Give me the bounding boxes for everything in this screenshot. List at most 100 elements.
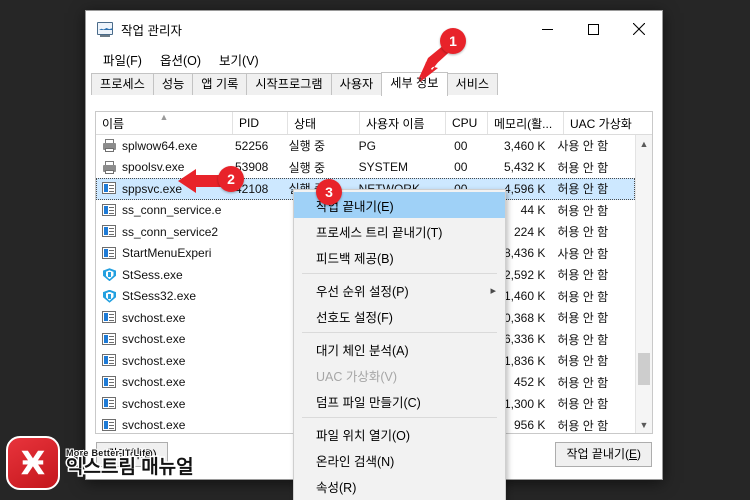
- service-icon: [102, 224, 117, 239]
- process-name: svchost.exe: [122, 375, 186, 390]
- context-menu-item[interactable]: 파일 위치 열기(O): [294, 421, 505, 447]
- table-row[interactable]: splwow64.exe 52256 실행 중 PG 00 3,460 K 사용 안 함: [96, 135, 635, 157]
- column-header-username[interactable]: 사용자 이름: [360, 112, 446, 134]
- end-task-button[interactable]: 작업 끝내기(E): [555, 442, 652, 467]
- cell-name: ss_conn_service.e: [96, 203, 229, 218]
- scrollbar-thumb[interactable]: [638, 353, 650, 385]
- service-icon: [102, 310, 117, 325]
- column-header-name[interactable]: 이름 ▲: [96, 112, 233, 134]
- menu-separator: [302, 273, 497, 274]
- tab-processes[interactable]: 프로세스: [91, 73, 154, 96]
- table-row[interactable]: spoolsv.exe 53908 실행 중 SYSTEM 00 5,432 K 허용 안 …: [96, 157, 635, 179]
- menu-bar: 파일(F) 옵션(O) 보기(V): [86, 47, 662, 71]
- context-menu-item[interactable]: 우선 순위 설정(P) ▸: [294, 277, 505, 303]
- context-menu-item-label: 온라인 검색(N): [316, 454, 395, 469]
- cell-name: svchost.exe: [96, 418, 229, 433]
- process-name: splwow64.exe: [122, 138, 198, 153]
- tab-strip: 프로세스 성능 앱 기록 시작프로그램 사용자 세부 정보 서비스: [86, 71, 662, 96]
- process-name: svchost.exe: [122, 396, 186, 411]
- column-header-row: 이름 ▲ PID 상태 사용자 이름 CPU 메모리(활... UAC 가상화: [96, 112, 652, 135]
- context-menu-item-label: UAC 가상화(V): [316, 369, 398, 384]
- end-task-button-key: E: [628, 447, 637, 461]
- cell-uac: 허용 안 함: [557, 182, 609, 197]
- context-menu-item[interactable]: 온라인 검색(N): [294, 447, 505, 473]
- scroll-up-icon[interactable]: ▲: [636, 135, 652, 152]
- cell-pid: 52256: [234, 138, 269, 153]
- column-header-name-label: 이름: [102, 116, 125, 131]
- context-menu-item[interactable]: 프로세스 트리 끝내기(T): [294, 218, 505, 244]
- cell-uac: 허용 안 함: [557, 311, 609, 326]
- context-menu-item[interactable]: 피드백 제공(B): [294, 244, 505, 270]
- sort-ascending-icon: ▲: [159, 112, 169, 122]
- cell-status: 실행 중: [288, 160, 326, 175]
- cell-name: svchost.exe: [96, 332, 229, 347]
- menu-view[interactable]: 보기(V): [210, 48, 268, 71]
- shield-icon: [102, 289, 117, 304]
- task-manager-window: 작업 관리자 파일(F) 옵션(O) 보기(V) 프로세스 성능 앱 기록 시작…: [85, 10, 663, 500]
- process-name: ss_conn_service.e: [122, 203, 222, 218]
- column-header-memory[interactable]: 메모리(활...: [488, 112, 564, 134]
- menu-separator: [302, 417, 497, 418]
- cell-uac: 허용 안 함: [557, 332, 609, 347]
- context-menu-item-label: 우선 순위 설정(P): [316, 284, 409, 299]
- cell-uac: 허용 안 함: [557, 375, 609, 390]
- column-header-uac[interactable]: UAC 가상화: [564, 112, 650, 134]
- cell-name: StartMenuExperi: [96, 246, 229, 261]
- service-icon: [102, 418, 117, 433]
- service-icon: [102, 353, 117, 368]
- menu-separator: [302, 332, 497, 333]
- cell-cpu: 00: [454, 160, 468, 175]
- menu-options[interactable]: 옵션(O): [151, 48, 210, 71]
- context-menu-item-label: 프로세스 트리 끝내기(T): [316, 225, 443, 240]
- task-manager-icon: [96, 20, 114, 38]
- cell-uac: 허용 안 함: [557, 203, 609, 218]
- printer-icon: [102, 160, 117, 175]
- process-name: StartMenuExperi: [122, 246, 212, 261]
- chevron-right-icon: ▸: [490, 284, 496, 297]
- cell-cpu: 00: [454, 138, 468, 153]
- cell-uac: 허용 안 함: [557, 225, 609, 240]
- cell-uac: 사용 안 함: [557, 246, 609, 261]
- service-icon: [102, 181, 117, 196]
- window-controls: [524, 11, 662, 47]
- process-name: StSess.exe: [122, 267, 183, 282]
- tab-users[interactable]: 사용자: [330, 73, 383, 96]
- scroll-down-icon[interactable]: ▼: [636, 416, 652, 433]
- column-header-cpu[interactable]: CPU: [446, 112, 488, 134]
- shield-icon: [102, 267, 117, 282]
- context-menu-item[interactable]: 속성(R): [294, 473, 505, 499]
- context-menu-item-label: 속성(R): [316, 480, 357, 495]
- vertical-scrollbar[interactable]: ▲ ▼: [635, 135, 652, 433]
- tab-app-history[interactable]: 앱 기록: [192, 73, 248, 96]
- service-icon: [102, 246, 117, 261]
- menu-file[interactable]: 파일(F): [94, 48, 151, 71]
- tab-startup[interactable]: 시작프로그램: [246, 73, 332, 96]
- context-menu-item[interactable]: 대기 체인 분석(A): [294, 336, 505, 362]
- cell-username: PG: [358, 138, 376, 153]
- cell-uac: 허용 안 함: [557, 160, 609, 175]
- cell-uac: 허용 안 함: [557, 418, 609, 433]
- tab-performance[interactable]: 성능: [152, 73, 194, 96]
- context-menu-item[interactable]: 선호도 설정(F): [294, 303, 505, 329]
- column-header-status[interactable]: 상태: [288, 112, 360, 134]
- maximize-icon[interactable]: [570, 11, 616, 47]
- annotation-badge-3: 3: [316, 179, 342, 205]
- cell-uac: 허용 안 함: [557, 397, 609, 412]
- annotation-badge-1: 1: [440, 28, 466, 54]
- end-task-button-suffix: ): [637, 447, 641, 461]
- cell-name: svchost.exe: [96, 353, 229, 368]
- context-menu-item[interactable]: 덤프 파일 만들기(C): [294, 388, 505, 414]
- minimize-icon[interactable]: [524, 11, 570, 47]
- close-icon[interactable]: [616, 11, 662, 47]
- service-icon: [102, 332, 117, 347]
- cell-name: svchost.exe: [96, 396, 229, 411]
- window-title: 작업 관리자: [121, 23, 182, 38]
- cell-memory: 5,432 K: [503, 160, 546, 175]
- title-bar[interactable]: 작업 관리자: [86, 11, 662, 47]
- column-header-pid[interactable]: PID: [233, 112, 288, 134]
- cell-uac: 허용 안 함: [557, 268, 609, 283]
- context-menu-item-label: 파일 위치 열기(O): [316, 428, 410, 443]
- cell-uac: 허용 안 함: [557, 354, 609, 369]
- annotation-badge-2: 2: [218, 166, 244, 192]
- process-name: spoolsv.exe: [122, 160, 185, 175]
